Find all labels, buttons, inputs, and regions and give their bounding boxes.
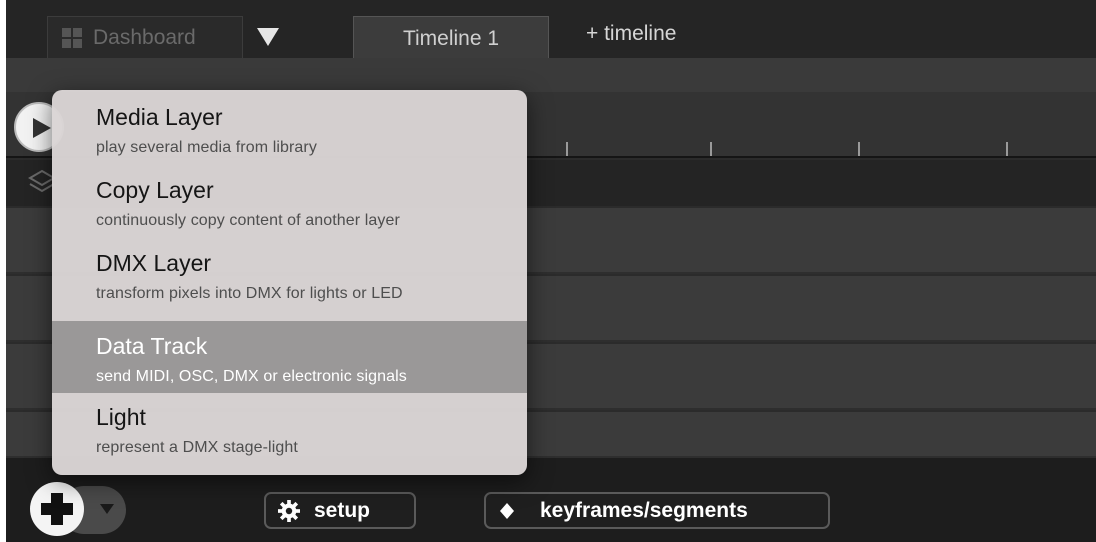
add-layer-control xyxy=(30,480,130,538)
keyframes-segments-button[interactable]: keyframes/segments xyxy=(484,492,830,529)
menu-item-description: represent a DMX stage-light xyxy=(96,439,298,456)
plus-icon xyxy=(41,493,73,525)
ruler-tick xyxy=(566,142,568,156)
menu-item-description: send MIDI, OSC, DMX or electronic signal… xyxy=(96,368,407,385)
tab-bar: Dashboard Timeline 1 + timeline xyxy=(6,0,1096,60)
ruler-tick xyxy=(710,142,712,156)
tab-timeline-1[interactable]: Timeline 1 xyxy=(353,16,549,60)
setup-label: setup xyxy=(314,498,371,522)
menu-item-title: Light xyxy=(96,404,146,430)
add-layer-menu: Media Layer play several media from libr… xyxy=(52,90,527,475)
timeline-app: Dashboard Timeline 1 + timeline setup ke… xyxy=(6,0,1096,542)
tab-timeline-label: Timeline 1 xyxy=(402,26,500,50)
menu-item-description: continuously copy content of another lay… xyxy=(96,212,400,229)
menu-item-light[interactable]: Light represent a DMX stage-light xyxy=(52,392,527,464)
menu-item-copy-layer[interactable]: Copy Layer continuously copy content of … xyxy=(52,165,527,237)
menu-item-title: DMX Layer xyxy=(96,250,212,276)
add-timeline-tab[interactable]: + timeline xyxy=(586,22,676,46)
menu-item-title: Media Layer xyxy=(96,104,223,130)
menu-item-media-layer[interactable]: Media Layer play several media from libr… xyxy=(52,92,527,164)
chevron-down-icon[interactable] xyxy=(100,504,114,514)
grid-icon xyxy=(62,27,82,48)
menu-item-data-track[interactable]: Data Track send MIDI, OSC, DMX or electr… xyxy=(52,321,527,393)
menu-item-title: Data Track xyxy=(96,333,208,359)
triangle-down-icon xyxy=(257,28,279,46)
gear-icon xyxy=(278,499,300,522)
tab-dashboard-label: Dashboard xyxy=(93,25,196,49)
add-layer-button[interactable] xyxy=(30,482,84,536)
menu-item-dmx-layer[interactable]: DMX Layer transform pixels into DMX for … xyxy=(52,238,527,310)
tab-dashboard[interactable]: Dashboard xyxy=(47,16,243,58)
setup-button[interactable]: setup xyxy=(264,492,416,529)
ruler-tick xyxy=(1006,142,1008,156)
menu-item-description: play several media from library xyxy=(96,139,317,156)
play-icon xyxy=(33,118,51,138)
diamond-icon xyxy=(500,502,514,519)
menu-item-title: Copy Layer xyxy=(96,177,214,203)
ruler-tick xyxy=(858,142,860,156)
toolbar-row xyxy=(6,58,1096,92)
dashboard-dropdown-button[interactable] xyxy=(246,18,290,56)
keyframes-label: keyframes/segments xyxy=(540,498,748,522)
menu-item-description: transform pixels into DMX for lights or … xyxy=(96,285,403,302)
